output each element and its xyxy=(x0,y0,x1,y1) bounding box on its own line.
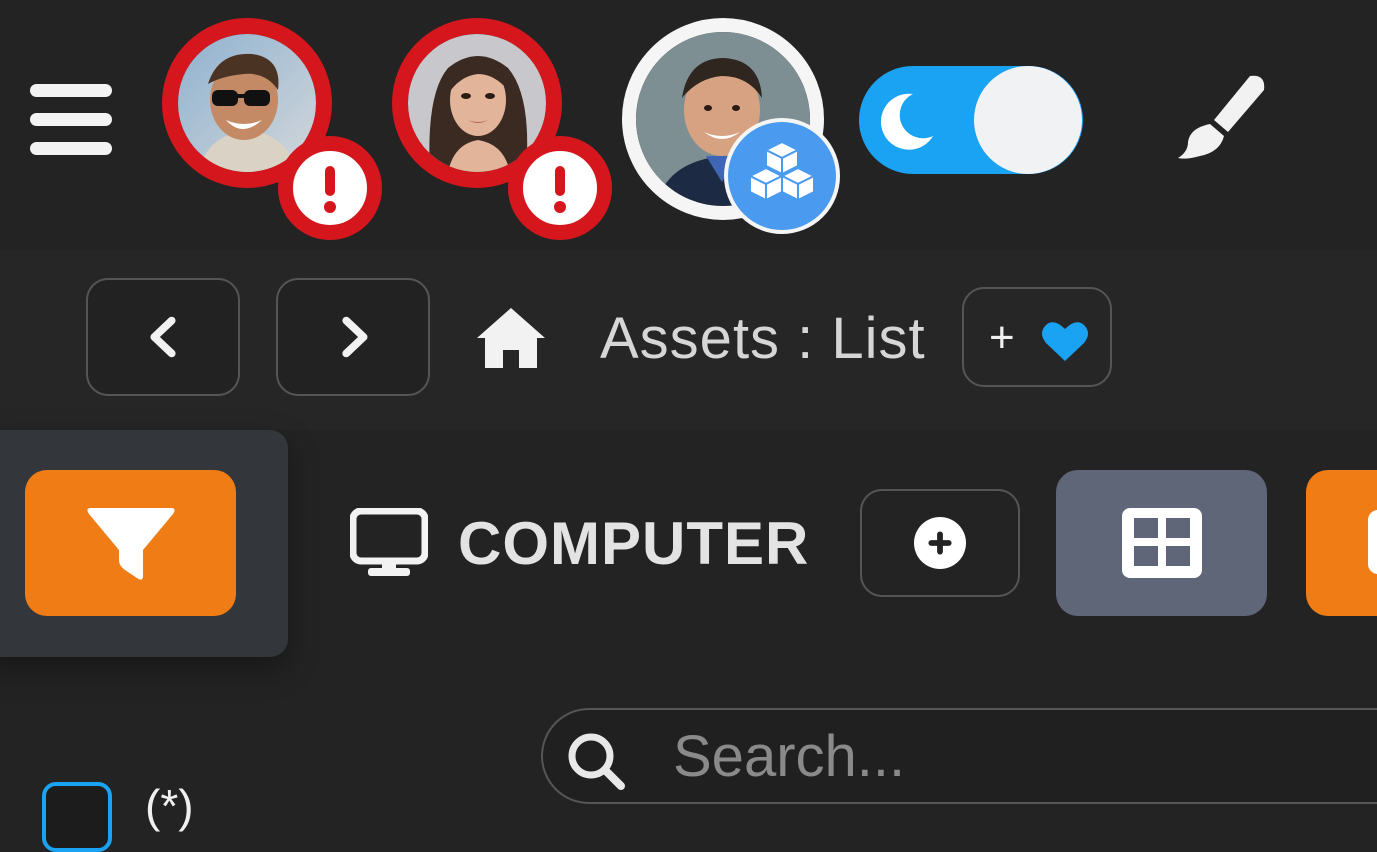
chevron-right-icon xyxy=(342,316,368,358)
filter-button[interactable] xyxy=(25,470,236,616)
document-icon xyxy=(1368,510,1377,574)
section-title: COMPUTER xyxy=(458,510,810,577)
user-avatar-3[interactable] xyxy=(622,18,840,234)
plus-circle-icon xyxy=(914,517,966,569)
home-icon[interactable] xyxy=(475,306,547,370)
export-button[interactable] xyxy=(1306,470,1377,616)
hamburger-menu-icon[interactable] xyxy=(30,84,112,156)
heart-icon xyxy=(1042,322,1088,361)
select-all-label: (*) xyxy=(145,780,194,832)
page-title: Assets : List xyxy=(600,306,926,371)
top-bar xyxy=(0,0,1377,250)
cubes-icon xyxy=(747,140,817,202)
add-favorite-button[interactable]: + xyxy=(962,287,1112,387)
select-all-checkbox[interactable] xyxy=(42,782,112,852)
integration-badge xyxy=(724,118,840,234)
grid-view-icon xyxy=(1122,508,1202,578)
user-avatar-2[interactable] xyxy=(392,18,612,240)
chevron-left-icon xyxy=(150,316,176,358)
search-icon xyxy=(568,733,625,790)
exclamation-icon xyxy=(324,166,336,213)
desktop-monitor-icon xyxy=(350,508,428,576)
grid-view-button[interactable] xyxy=(1056,470,1267,616)
search-input[interactable] xyxy=(673,718,1373,794)
toggle-knob xyxy=(974,66,1082,174)
plus-label: + xyxy=(989,313,1015,362)
user-avatar-1[interactable] xyxy=(162,18,382,240)
add-computer-button[interactable] xyxy=(860,489,1020,597)
theme-toggle[interactable] xyxy=(859,66,1083,174)
exclamation-icon xyxy=(554,166,566,213)
forward-button[interactable] xyxy=(276,278,430,396)
search-box[interactable] xyxy=(541,708,1377,804)
back-button[interactable] xyxy=(86,278,240,396)
alert-badge xyxy=(278,136,382,240)
alert-badge xyxy=(508,136,612,240)
moon-icon xyxy=(880,93,933,150)
filter-icon xyxy=(87,508,175,580)
paintbrush-icon[interactable] xyxy=(1170,72,1272,164)
